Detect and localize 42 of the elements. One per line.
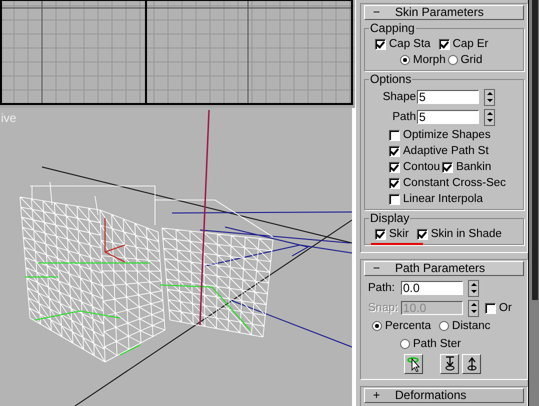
- spinner-arrows-icon[interactable]: [468, 300, 479, 316]
- group-title: Options: [369, 72, 412, 86]
- spinner-label: Path:: [368, 282, 396, 294]
- spinner-arrows-icon[interactable]: [484, 88, 495, 106]
- checkbox[interactable]: Constant Cross-Sec: [389, 177, 506, 189]
- arrow-down-icon: [444, 356, 456, 372]
- checkbox[interactable]: Adaptive Path St: [389, 145, 489, 157]
- spinner-label: Shape: [382, 91, 416, 103]
- tool-button[interactable]: [462, 354, 481, 374]
- radio-button[interactable]: Grid: [448, 54, 482, 66]
- spinner-label: Path: [392, 111, 416, 123]
- checkbox[interactable]: Skin in Shade: [416, 228, 502, 240]
- checkbox[interactable]: Linear Interpola: [389, 193, 483, 205]
- checkbox[interactable]: Optimize Shapes: [389, 129, 491, 141]
- viewport-label: ive: [1, 111, 16, 125]
- spinner-field[interactable]: 5: [417, 90, 479, 104]
- checkbox[interactable]: Cap Sta: [375, 38, 431, 50]
- checkbox[interactable]: Skir: [375, 228, 409, 240]
- checkbox[interactable]: Bankin: [442, 161, 492, 173]
- tool-button[interactable]: [440, 354, 459, 374]
- rollout-header[interactable]: − Skin Parameters: [364, 5, 524, 20]
- radio-button[interactable]: Path Ster: [400, 338, 461, 350]
- spinner-arrows-icon[interactable]: [468, 280, 479, 296]
- spinner-field[interactable]: 0.0: [401, 281, 463, 295]
- rollout-header[interactable]: + Deformations: [364, 388, 524, 403]
- scrollbar[interactable]: [528, 0, 539, 406]
- group-title: Capping: [369, 21, 416, 35]
- arrow-up-icon: [466, 356, 478, 372]
- checkbox[interactable]: Contou: [389, 161, 440, 173]
- radio-button[interactable]: Morph: [400, 54, 446, 66]
- spinner-label: Snap:: [368, 302, 400, 314]
- pick-cursor-icon: [406, 356, 420, 372]
- spinner-arrows-icon[interactable]: [484, 108, 495, 126]
- radio-button[interactable]: Distanc: [439, 320, 490, 332]
- tool-button[interactable]: [404, 354, 423, 374]
- spinner-field[interactable]: 5: [417, 110, 479, 124]
- group-title: Display: [369, 211, 410, 225]
- rollout-header[interactable]: − Path Parameters: [364, 261, 524, 276]
- checkbox[interactable]: Cap Er: [438, 38, 488, 50]
- radio-button[interactable]: Percenta: [372, 320, 432, 332]
- top-viewport-drawing[interactable]: [0, 0, 355, 105]
- checkbox[interactable]: Or: [485, 302, 512, 314]
